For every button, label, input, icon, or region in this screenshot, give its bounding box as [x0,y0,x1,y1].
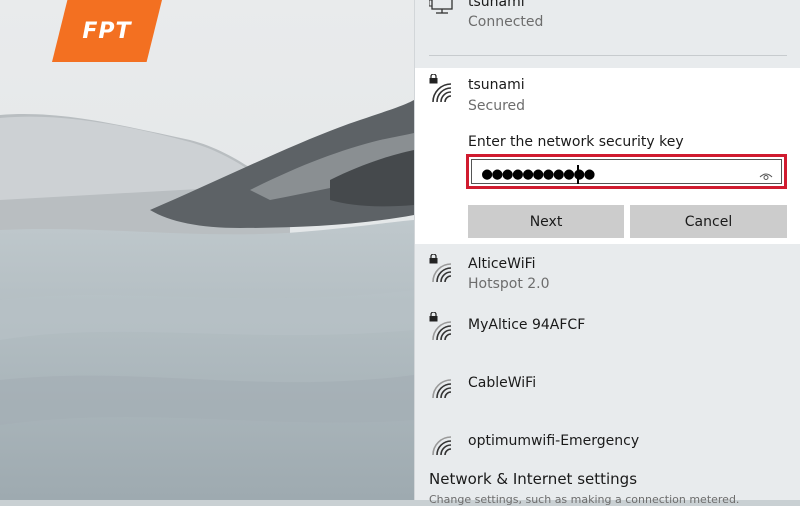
wifi-icon [429,318,455,344]
security-key-field-highlight: ●●●●●●●●●●● [466,154,787,189]
network-name: MyAltice 94AFCF [468,317,586,333]
logo-text: FPT [82,18,132,44]
network-item-myaltice[interactable]: MyAltice 94AFCF [415,310,800,360]
network-item-cablewifi[interactable]: CableWiFi [415,368,800,418]
network-status: Hotspot 2.0 [468,276,550,292]
wifi-icon [429,260,455,286]
network-item-alticewifi[interactable]: AlticeWiFi Hotspot 2.0 [415,252,800,302]
wifi-secured-icon [429,80,455,106]
selected-network-status: Secured [468,98,526,114]
selected-network-name: tsunami [468,77,525,93]
connected-network-name: tsunami [468,0,525,10]
security-key-prompt: Enter the network security key [468,134,684,150]
divider [429,55,787,56]
wifi-icon [429,376,455,402]
network-name: optimumwifi-Emergency [468,433,640,449]
wifi-icon [429,433,455,459]
connected-network-status: Connected [468,14,544,30]
network-item-optimumwifi[interactable]: optimumwifi-Emergency [415,425,800,465]
cancel-button[interactable]: Cancel [630,205,787,238]
eye-icon[interactable] [759,168,773,180]
security-key-input[interactable]: ●●●●●●●●●●● [471,159,782,184]
network-settings-link[interactable]: Network & Internet settings [429,470,637,488]
fpt-logo: FPT [52,0,162,62]
next-button[interactable]: Next [468,205,624,238]
network-flyout: tsunami Connected tsunami Secured Enter … [414,0,800,506]
network-name: AlticeWiFi [468,256,536,272]
network-name: CableWiFi [468,375,537,391]
text-caret [577,165,579,184]
selected-network-panel: tsunami Secured Enter the network securi… [415,68,800,244]
ethernet-pc-icon [429,0,455,18]
